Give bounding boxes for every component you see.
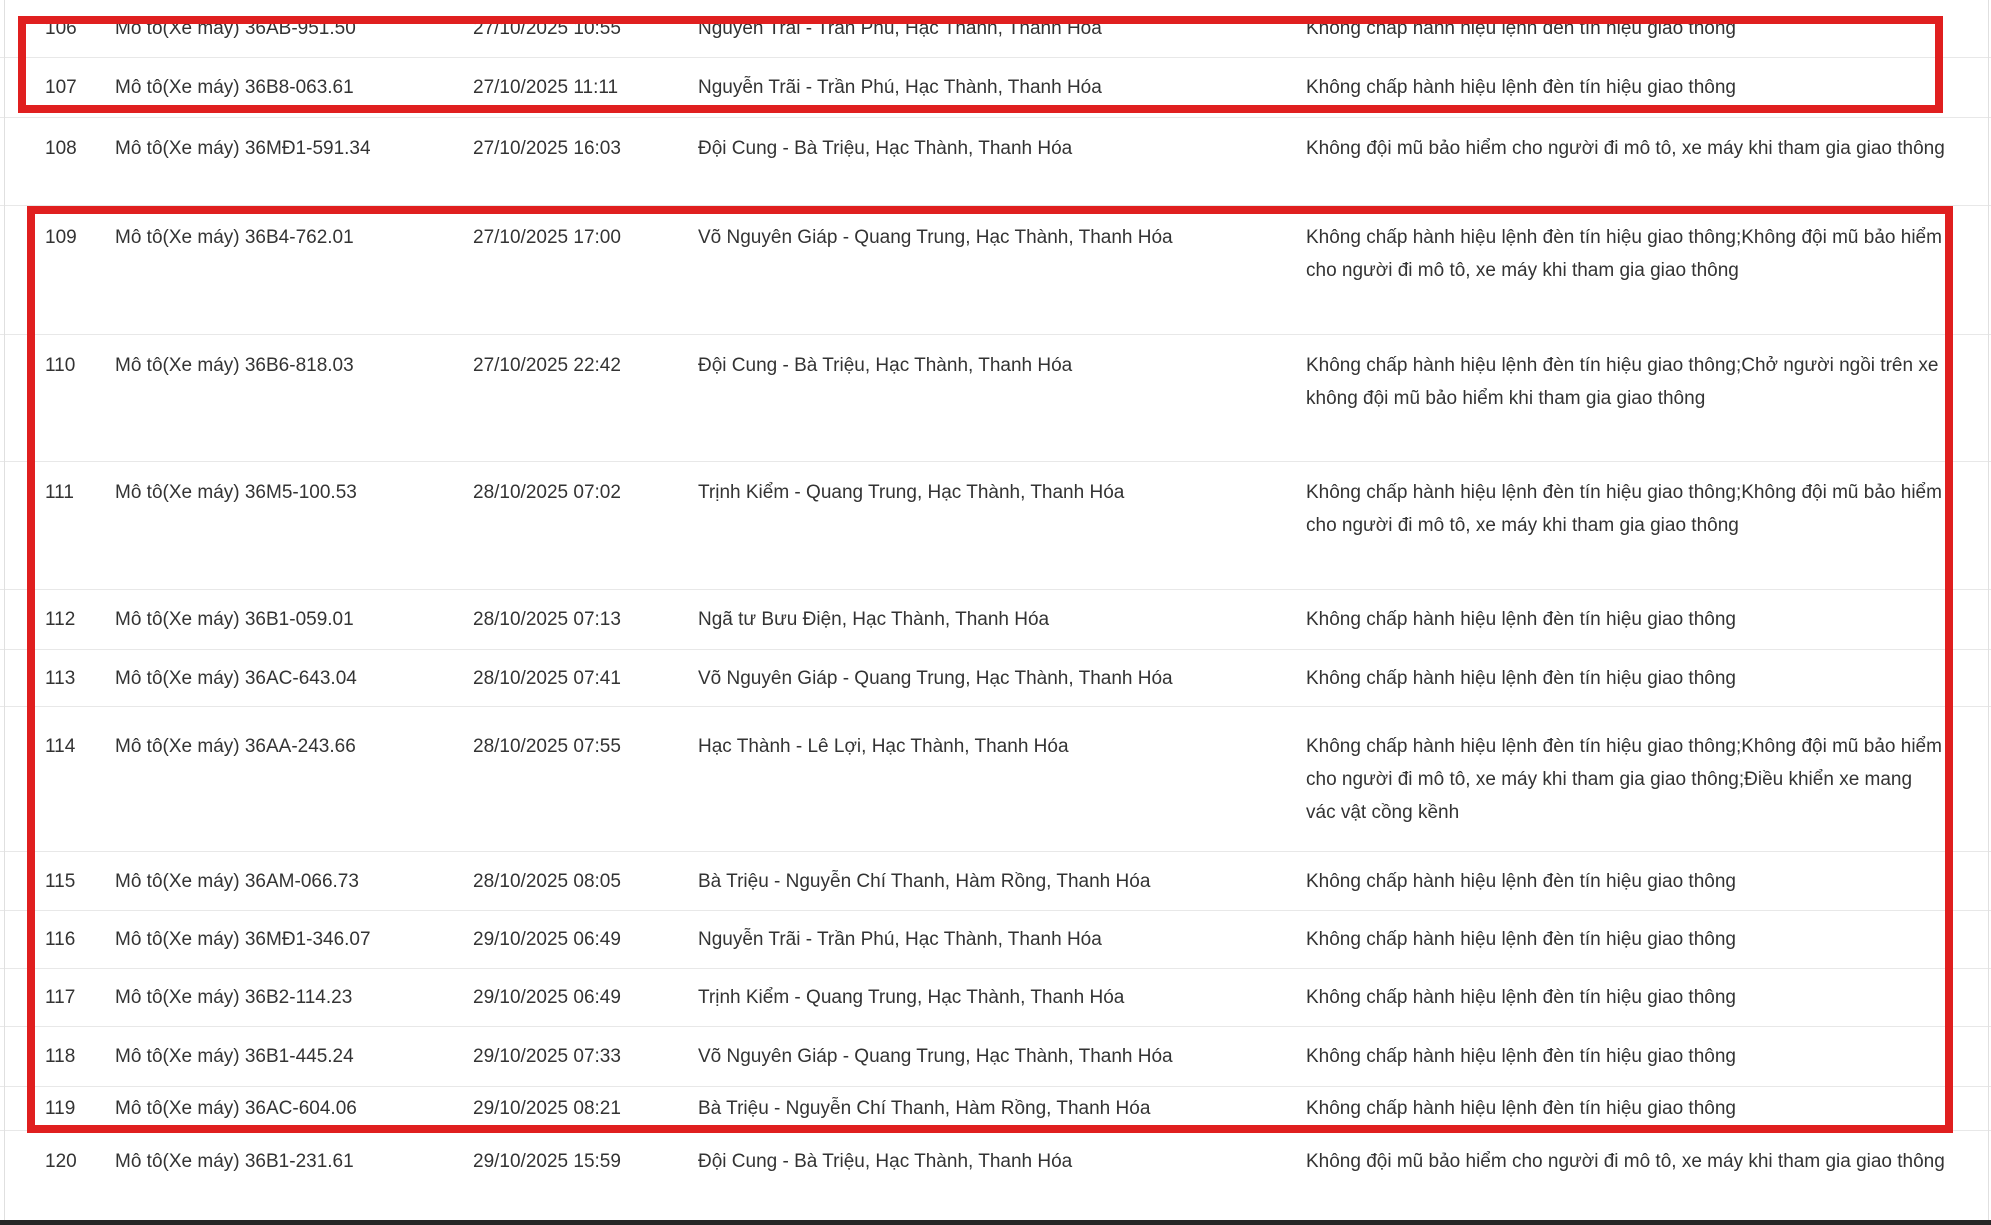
violation-time-cell: 27/10/2025 16:03 bbox=[473, 132, 698, 165]
vehicle-plate-cell: Mô tô(Xe máy) 36B1-231.61 bbox=[115, 1145, 473, 1178]
vehicle-plate-cell: Mô tô(Xe máy) 36MĐ1-591.34 bbox=[115, 132, 473, 165]
table-row: 120Mô tô(Xe máy) 36B1-231.6129/10/2025 1… bbox=[0, 1131, 1991, 1225]
row-index-cell: 120 bbox=[0, 1145, 115, 1178]
violation-time-cell: 29/10/2025 15:59 bbox=[473, 1145, 698, 1178]
violations-table-screen: 106Mô tô(Xe máy) 36AB-951.5027/10/2025 1… bbox=[0, 0, 1991, 1225]
annotation-highlight-box-rows-109-119 bbox=[27, 206, 1953, 1133]
row-index-cell: 108 bbox=[0, 132, 115, 165]
table-right-border bbox=[1988, 0, 1989, 1225]
table-bottom-border bbox=[0, 1220, 1991, 1225]
violation-description-cell: Không đội mũ bảo hiểm cho người đi mô tô… bbox=[1306, 1145, 1991, 1178]
table-left-border bbox=[4, 0, 5, 1225]
table-row: 108Mô tô(Xe máy) 36MĐ1-591.3427/10/2025 … bbox=[0, 118, 1991, 206]
annotation-highlight-box-rows-106-107 bbox=[18, 16, 1943, 113]
violation-description-cell: Không đội mũ bảo hiểm cho người đi mô tô… bbox=[1306, 132, 1991, 165]
location-cell: Đội Cung - Bà Triệu, Hạc Thành, Thanh Hó… bbox=[698, 132, 1306, 165]
location-cell: Đội Cung - Bà Triệu, Hạc Thành, Thanh Hó… bbox=[698, 1145, 1306, 1178]
